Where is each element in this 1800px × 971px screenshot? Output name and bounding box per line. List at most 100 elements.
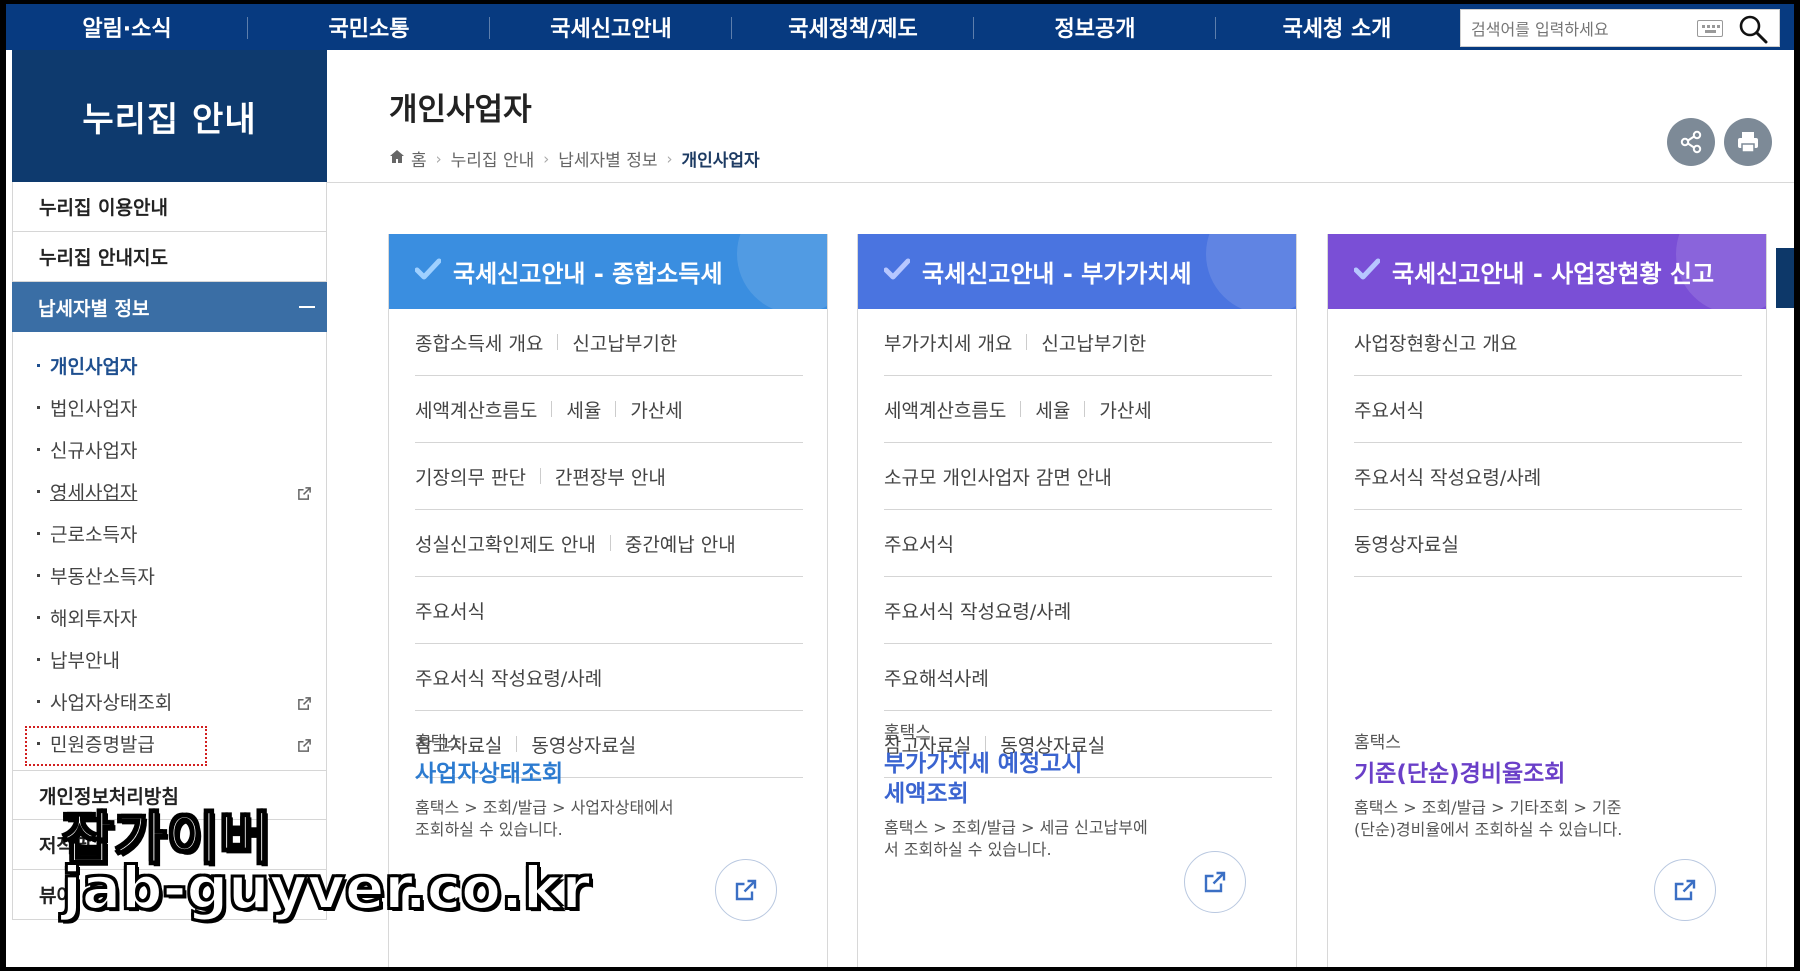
sidebar-item-sitemap[interactable]: 누리집 안내지도 [12, 232, 327, 282]
external-link[interactable] [297, 694, 312, 716]
breadcrumb-item-1[interactable]: 홈 [411, 146, 427, 171]
sidebar-subitem-label: 영세사업자 [50, 481, 138, 504]
sidebar-subitem-6[interactable]: 부동산소득자 [13, 554, 326, 596]
card-link[interactable]: 신고납부기한 [572, 329, 677, 356]
sidebar-sub-list: 개인사업자법인사업자신규사업자영세사업자 근로소득자 부동산소득자해외투자자납부안… [12, 332, 327, 770]
card-link[interactable]: 주요서식 작성요령/사례 [415, 664, 602, 691]
card-link[interactable]: 성실신고확인제도 안내 [415, 530, 596, 557]
card-link[interactable]: 부가가치세 개요 [884, 329, 1012, 356]
nav-item-2[interactable]: 국민소통 [248, 4, 490, 50]
header-divider [327, 182, 1794, 183]
card-link[interactable]: 주요서식 작성요령/사례 [1354, 463, 1541, 490]
external-link-button[interactable] [1654, 859, 1716, 921]
card-link[interactable]: 주요서식 [1354, 396, 1424, 423]
sidebar-subitem-8[interactable]: 납부안내 [13, 638, 326, 680]
card-link[interactable]: 세율 [1035, 396, 1070, 423]
breadcrumb-item-3[interactable]: 납세자별 정보 [558, 146, 657, 171]
search-input[interactable] [1471, 17, 1691, 41]
search-icon [1739, 15, 1768, 44]
bullet [37, 657, 40, 661]
card-link[interactable]: 종합소득세 개요 [415, 329, 543, 356]
sidebar-title: 누리집 안내 [12, 50, 327, 182]
sidebar-subitem-4[interactable]: 영세사업자 [13, 470, 326, 512]
chevron-right-icon: › [435, 149, 442, 168]
bullet [37, 573, 40, 577]
card-row: 주요서식 [415, 577, 803, 644]
breadcrumb-item-2[interactable]: 누리집 안내 [451, 146, 535, 171]
card-link[interactable]: 가산세 [1099, 396, 1151, 423]
card-link[interactable]: 세액계산흐름도 [415, 396, 537, 423]
tile-title[interactable]: 사업자상태조회 [415, 759, 815, 789]
card-row: 주요서식 [884, 510, 1272, 577]
external-link-icon [735, 879, 757, 901]
separator [609, 535, 611, 551]
tile-title[interactable]: 기준(단순)경비율조회 [1354, 759, 1754, 789]
card-link[interactable]: 세율 [566, 396, 601, 423]
card-link[interactable]: 신고납부기한 [1041, 329, 1146, 356]
page-title: 개인사업자 [389, 92, 532, 128]
card-row: 주요서식 작성요령/사례 [1354, 443, 1742, 510]
right-edge-tab[interactable] [1776, 248, 1794, 308]
search-button[interactable] [1733, 13, 1773, 45]
card-link[interactable]: 주요해석사례 [884, 664, 989, 691]
check-icon [883, 258, 911, 286]
sidebar-subitem-2[interactable]: 법인사업자 [13, 386, 326, 428]
separator [539, 468, 541, 484]
chevron-right-icon: › [666, 149, 673, 168]
tile-caption: 홈택스 [415, 733, 462, 753]
card-row: 소규모 개인사업자 감면 안내 [884, 443, 1272, 510]
print-button[interactable] [1724, 118, 1772, 166]
card-link[interactable]: 주요서식 [415, 597, 485, 624]
sidebar-item-usage-guide[interactable]: 누리집 이용안내 [12, 182, 327, 232]
card-link[interactable]: 사업장현황신고 개요 [1354, 329, 1517, 356]
nav-item-5[interactable]: 정보공개 [974, 4, 1216, 50]
sidebar-active-label: 납세자별 정보 [38, 297, 150, 320]
card-row: 세액계산흐름도 세율 가산세 [415, 376, 803, 443]
external-link[interactable] [297, 736, 312, 758]
separator [1026, 334, 1028, 350]
nav-item-3[interactable]: 국세신고안내 [490, 4, 732, 50]
card-link[interactable]: 주요서식 작성요령/사례 [884, 597, 1071, 624]
tile-title[interactable]: 부가가치세 예정고시세액조회 [884, 749, 1084, 809]
sidebar-subitem-label: 사업자상태조회 [50, 691, 173, 714]
card-link-list: 사업장현황신고 개요주요서식주요서식 작성요령/사례동영상자료실 [1328, 309, 1766, 577]
card-link[interactable]: 동영상자료실 [1354, 530, 1459, 557]
sidebar-subitem-7[interactable]: 해외투자자 [13, 596, 326, 638]
tile-description: 홈택스 > 조회/발급 > 기타조회 > 기준(단순)경비율에서 조회하실 수 … [1354, 798, 1623, 839]
breadcrumb-item-4: 개인사업자 [681, 151, 760, 171]
bullet [37, 447, 40, 451]
card-header[interactable]: 국세신고안내 - 사업장현황 신고 [1328, 234, 1766, 309]
card-link[interactable]: 세액계산흐름도 [884, 396, 1006, 423]
card-row: 동영상자료실 [1354, 510, 1742, 577]
nav-item-6[interactable]: 국세청 소개 [1216, 4, 1458, 50]
share-button[interactable] [1667, 118, 1715, 166]
sidebar-subitem-5[interactable]: 근로소득자 [13, 512, 326, 554]
sidebar-subitem-3[interactable]: 신규사업자 [13, 428, 326, 470]
card-header[interactable]: 국세신고안내 - 종합소득세 [389, 234, 827, 309]
card-link[interactable]: 소규모 개인사업자 감면 안내 [884, 463, 1112, 490]
tile-caption: 홈택스 [884, 723, 931, 743]
sidebar-subitem-label: 해외투자자 [50, 607, 138, 630]
card-link[interactable]: 중간예납 안내 [625, 530, 736, 557]
sidebar-subitem-10[interactable]: 민원증명발급 [13, 722, 326, 766]
card-link[interactable]: 주요서식 [884, 530, 954, 557]
card-link[interactable]: 간편장부 안내 [555, 463, 666, 490]
external-link-icon [298, 697, 311, 710]
external-link[interactable] [297, 484, 312, 506]
separator [615, 401, 617, 417]
card-title: 국세신고안내 - 부가가치세 [922, 260, 1192, 288]
keyboard-icon[interactable] [1697, 20, 1723, 37]
card-header[interactable]: 국세신고안내 - 부가가치세 [858, 234, 1296, 309]
sidebar-subitem-label: 법인사업자 [50, 397, 138, 420]
share-icon [1680, 130, 1702, 154]
card-link[interactable]: 가산세 [630, 396, 682, 423]
nav-item-1[interactable]: 알림·소식 [6, 4, 248, 50]
sidebar-subitem-9[interactable]: 사업자상태조회 [13, 680, 326, 722]
nav-item-4[interactable]: 국세정책/제도 [732, 4, 974, 50]
external-link-button[interactable] [1184, 851, 1246, 913]
external-link-button[interactable] [715, 859, 777, 921]
sidebar-item-taxpayer-info[interactable]: 납세자별 정보 [12, 282, 327, 332]
card-link[interactable]: 기장의무 판단 [415, 463, 526, 490]
sidebar-subitem-1[interactable]: 개인사업자 [13, 344, 326, 386]
tile-description: 홈택스 > 조회/발급 > 사업자상태에서 조회하실 수 있습니다. [415, 798, 674, 839]
